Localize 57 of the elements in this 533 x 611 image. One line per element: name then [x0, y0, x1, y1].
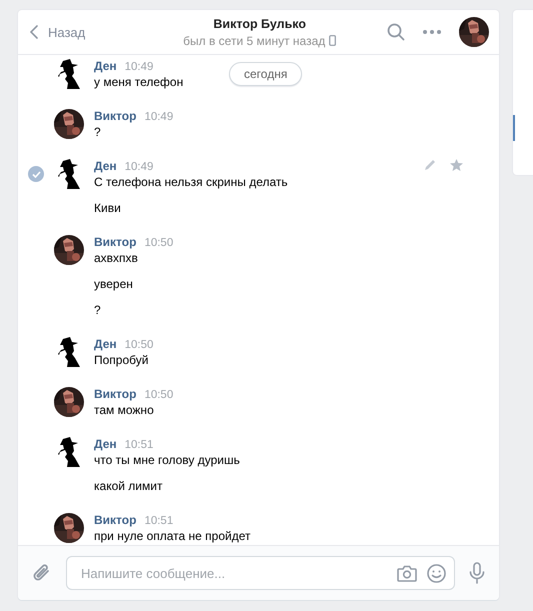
more-button[interactable]	[423, 30, 442, 34]
contact-name[interactable]: Виктор Булько	[213, 16, 306, 30]
author-name[interactable]: Виктор	[94, 109, 136, 123]
message-time: 10:50	[124, 339, 154, 351]
message-text: С телефона нельзя скрины делать	[94, 174, 288, 190]
back-link[interactable]: Назад	[30, 24, 140, 40]
message-text: ?	[94, 124, 101, 140]
message-text: уверен	[94, 276, 133, 292]
search-button[interactable]	[387, 23, 406, 41]
pencil-icon[interactable]	[424, 159, 436, 171]
date-separator: сегодня	[229, 62, 302, 86]
message-text: что ты мне голову дуришь	[94, 452, 240, 468]
message-text: там можно	[94, 402, 154, 418]
message-group[interactable]: Виктор 10:50 там можно	[18, 378, 182, 428]
detective-silhouette-icon	[58, 437, 80, 467]
message-time: 10:49	[124, 61, 154, 73]
detective-silhouette-icon	[58, 337, 80, 367]
emoji-button[interactable]	[427, 564, 446, 582]
active-tab-marker	[513, 115, 516, 141]
author-name[interactable]: Ден	[94, 59, 117, 73]
camera-button[interactable]	[397, 564, 418, 582]
microphone-button[interactable]	[469, 562, 486, 584]
message-group[interactable]: Ден 10:49 у меня телефон	[18, 55, 192, 100]
author-name[interactable]: Виктор	[94, 513, 136, 527]
message-text: при нуле оплата не пройдет	[94, 528, 250, 544]
author-name[interactable]: Виктор	[94, 235, 136, 249]
message-time: 10:51	[124, 439, 154, 451]
selected-check-icon[interactable]	[28, 166, 44, 182]
message-time: 10:50	[144, 389, 174, 401]
back-chevron-icon	[30, 25, 38, 39]
message-group[interactable]: Ден 10:50 Попробуй	[18, 328, 162, 378]
message-group[interactable]: Виктор 10:51 при нуле оплата не пройдет	[18, 504, 258, 545]
message-text: Попробуй	[94, 352, 148, 368]
author-name[interactable]: Виктор	[94, 387, 136, 401]
message-time: 10:51	[144, 515, 174, 527]
message-input-field[interactable]: Напишите сообщение...	[79, 564, 388, 582]
message-text: какой лимит	[94, 478, 162, 494]
message-time: 10:49	[124, 161, 154, 173]
author-name[interactable]: Ден	[94, 337, 117, 351]
last-seen-status: был в сети 5 минут назад	[183, 34, 326, 48]
message-group[interactable]: Ден 10:51 что ты мне голову дуришь какой лимит	[18, 428, 248, 504]
detective-silhouette-icon	[58, 159, 80, 189]
message-group[interactable]: Виктор 10:49 ?	[18, 100, 182, 150]
phone-icon	[329, 35, 336, 46]
message-text: у меня телефон	[94, 74, 184, 90]
message-time: 10:49	[144, 111, 174, 123]
detective-silhouette-icon	[58, 59, 80, 89]
message-text: Киви	[94, 200, 121, 216]
message-group[interactable]: Виктор 10:50 ахвхпхв уверен ?	[18, 226, 182, 328]
message-time: 10:50	[144, 237, 174, 249]
star-icon[interactable]	[450, 159, 464, 171]
author-name[interactable]: Ден	[94, 437, 117, 451]
contact-avatar[interactable]	[459, 17, 490, 47]
author-name[interactable]: Ден	[94, 159, 117, 173]
message-text: ахвхпхв	[94, 250, 138, 266]
message-text: ?	[94, 302, 101, 318]
message-input-box[interactable]: Напишите сообщение...	[66, 556, 456, 590]
